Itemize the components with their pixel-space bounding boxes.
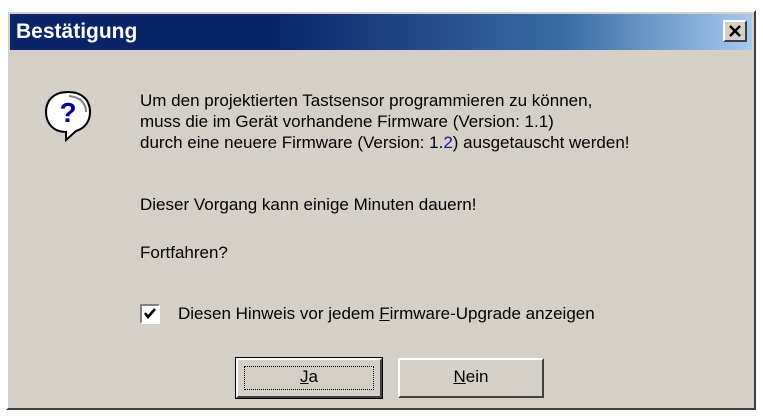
message-line-1: Um den projektierten Tastsensor programm… [140, 91, 593, 110]
show-hint-label-start: Diesen Hinweis vor jedem [178, 304, 380, 323]
yes-mnemonic: J [300, 367, 309, 386]
message-line-3-end: ) ausgetauscht werden! [452, 133, 630, 152]
show-hint-mnemonic: F [379, 304, 390, 323]
yes-label: a [308, 367, 318, 386]
title-bar[interactable]: Bestätigung [10, 14, 752, 50]
confirmation-dialog: Bestätigung ? Um den projektierten Tasts… [6, 10, 756, 410]
checkmark-icon [143, 308, 156, 320]
show-hint-label-end: irmware-Upgrade anzeigen [389, 304, 595, 323]
no-label: ein [465, 367, 489, 386]
show-hint-checkbox[interactable] [140, 304, 160, 324]
continue-question: Fortfahren? [140, 243, 228, 262]
close-icon [729, 25, 741, 37]
yes-button[interactable]: Ja [235, 357, 383, 399]
show-hint-label[interactable]: Diesen Hinweis vor jedem Firmware-Upgrad… [178, 303, 595, 324]
message-line-2: muss die im Gerät vorhandene Firmware (V… [140, 112, 554, 131]
question-icon: ? [40, 88, 96, 144]
duration-note: Dieser Vorgang kann einige Minuten dauer… [140, 195, 477, 214]
no-button[interactable]: Nein [398, 358, 544, 398]
message-text: Um den projektierten Tastsensor programm… [140, 90, 630, 153]
svg-text:?: ? [59, 97, 76, 128]
no-mnemonic: N [453, 367, 466, 386]
dialog-title: Bestätigung [16, 20, 138, 43]
new-version-digit: 2 [443, 133, 453, 152]
message-line-3-start: durch eine neuere Firmware (Version: 1. [140, 133, 444, 152]
close-button[interactable] [723, 20, 747, 42]
message-line-3: durch eine neuere Firmware (Version: 1.2… [140, 132, 630, 153]
